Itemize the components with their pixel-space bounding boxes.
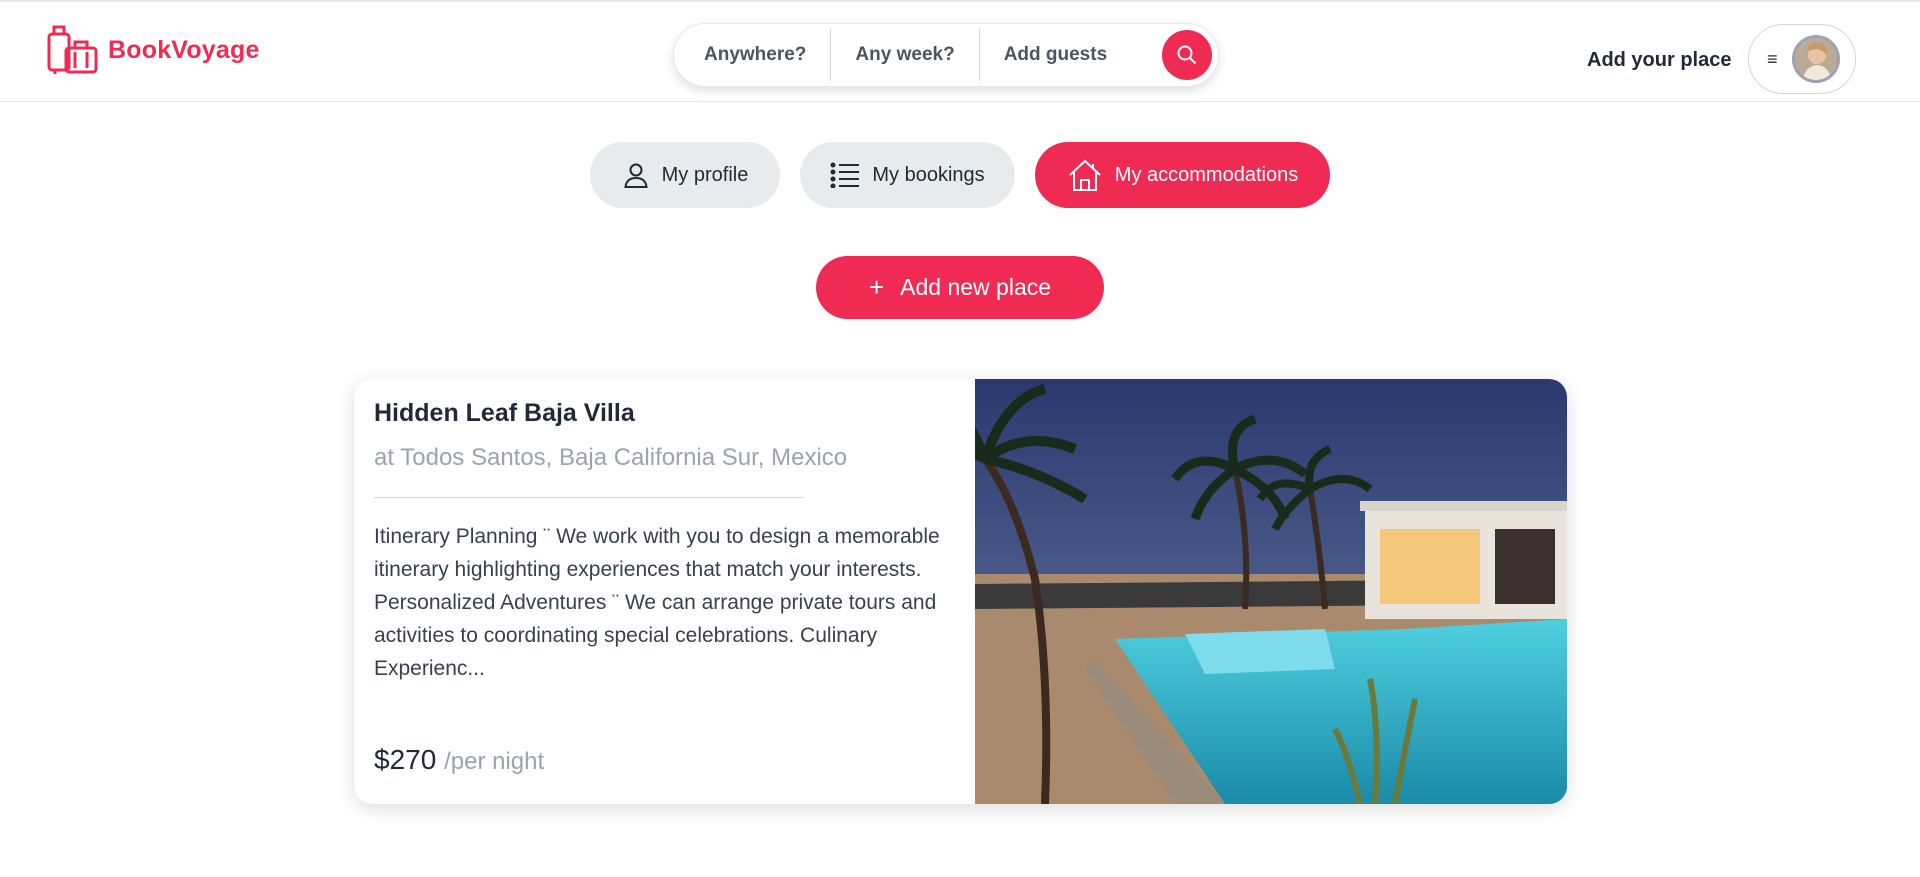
accommodation-card[interactable]: Hidden Leaf Baja Villa at Todos Santos, … xyxy=(354,379,1567,804)
listing-title: Hidden Leaf Baja Villa xyxy=(374,399,635,427)
luggage-icon xyxy=(47,25,98,74)
user-icon xyxy=(624,163,648,188)
home-icon xyxy=(1069,159,1101,191)
listing-price-row: $270 /per night xyxy=(374,744,544,776)
search-bar[interactable]: Anywhere? Any week? Add guests xyxy=(673,23,1219,87)
price-unit: /per night xyxy=(444,748,545,775)
user-menu-button[interactable]: ≡ xyxy=(1748,24,1856,94)
add-new-place-label: Add new place xyxy=(900,274,1052,300)
menu-icon: ≡ xyxy=(1767,48,1778,69)
listing-description: Itinerary Planning ¨ We work with you to… xyxy=(374,525,940,680)
search-when[interactable]: Any week? xyxy=(831,24,978,86)
tab-label: My accommodations xyxy=(1114,163,1299,186)
card-divider xyxy=(374,497,803,498)
tab-label: My bookings xyxy=(872,163,985,186)
avatar xyxy=(1791,35,1840,83)
search-icon xyxy=(1177,45,1197,65)
search-guests[interactable]: Add guests xyxy=(980,24,1131,86)
card-details: Hidden Leaf Baja Villa at Todos Santos, … xyxy=(354,379,975,804)
list-icon xyxy=(830,162,860,188)
add-your-place-link[interactable]: Add your place xyxy=(1587,49,1731,72)
listing-price: $270 xyxy=(374,744,437,775)
plus-icon: + xyxy=(868,272,885,302)
search-button[interactable] xyxy=(1162,30,1212,80)
tab-label: My profile xyxy=(661,163,749,186)
brand-name: BookVoyage xyxy=(108,35,260,64)
add-new-place-button[interactable]: + Add new place xyxy=(816,256,1104,319)
listing-location: at Todos Santos, Baja California Sur, Me… xyxy=(374,444,848,471)
tab-my-bookings[interactable]: My bookings xyxy=(800,142,1015,208)
header: BookVoyage Anywhere? Any week? Add guest… xyxy=(0,2,1920,102)
listing-photo xyxy=(975,379,1567,804)
tab-my-accommodations[interactable]: My accommodations xyxy=(1035,142,1330,208)
account-tabs: My profile My bookings My accommodations xyxy=(0,142,1920,208)
search-where[interactable]: Anywhere? xyxy=(674,24,830,86)
tab-my-profile[interactable]: My profile xyxy=(590,142,780,208)
logo[interactable]: BookVoyage xyxy=(46,24,260,76)
